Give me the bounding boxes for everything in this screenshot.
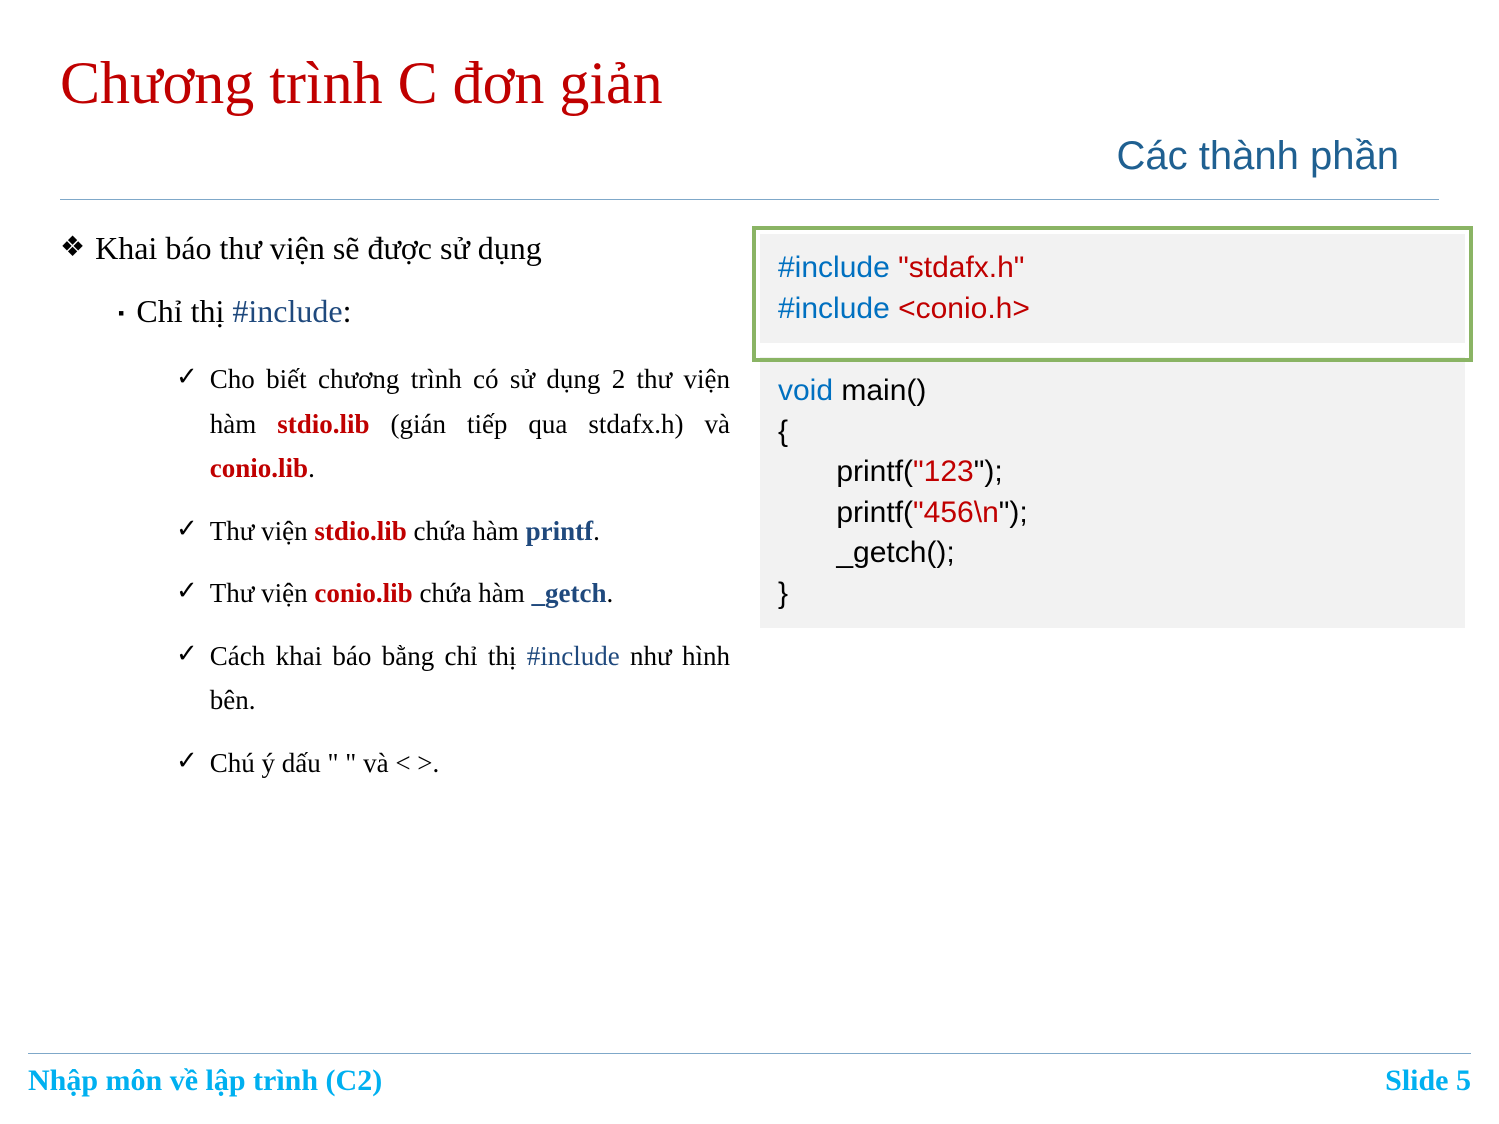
- code-l3b: main(): [833, 374, 926, 407]
- code-box-top: #include "stdafx.h" #include <conio.h>: [760, 234, 1465, 343]
- code-container: #include "stdafx.h" #include <conio.h> v…: [760, 234, 1465, 628]
- code-l8: }: [778, 577, 788, 610]
- c1p2: (gián tiếp qua stdafx.h) và: [370, 409, 730, 439]
- code-l1a: #include: [778, 251, 898, 284]
- c3k2: _getch: [532, 578, 607, 608]
- left-column: ❖ Khai báo thư viện sẽ được sử dụng ▪ Ch…: [60, 230, 730, 803]
- c4k1: #include: [527, 641, 620, 671]
- c3p3: .: [607, 578, 614, 608]
- check-item-1: ✓ Cho biết chương trình có sử dụng 2 thư…: [176, 357, 730, 491]
- check-text-5: Chú ý dấu " " và < >.: [210, 741, 730, 786]
- code-l5c: ");: [974, 455, 1003, 488]
- check-icon: ✓: [176, 357, 198, 396]
- code-l4: {: [778, 415, 788, 448]
- sub-suffix: :: [343, 293, 352, 329]
- check-icon: ✓: [176, 741, 198, 780]
- code-gap: [760, 343, 1465, 357]
- diamond-icon: ❖: [60, 230, 85, 266]
- right-column: #include "stdafx.h" #include <conio.h> v…: [760, 230, 1465, 803]
- check-item-3: ✓ Thư viện conio.lib chứa hàm _getch.: [176, 571, 730, 616]
- divider-bottom: [28, 1053, 1471, 1054]
- bullet-sub: ▪ Chỉ thị #include:: [118, 293, 730, 333]
- check-text-2: Thư viện stdio.lib chứa hàm printf.: [210, 509, 730, 554]
- c1k2: conio.lib: [210, 453, 308, 483]
- check-text-3: Thư viện conio.lib chứa hàm _getch.: [210, 571, 730, 616]
- code-l5a: printf(: [778, 455, 913, 488]
- footer-row: Nhập môn về lập trình (C2) Slide 5: [28, 1064, 1471, 1098]
- slide-title: Chương trình C đơn giản: [60, 50, 1439, 116]
- c2p3: .: [593, 516, 600, 546]
- code-l1b: "stdafx.h": [898, 251, 1024, 284]
- square-icon: ▪: [118, 293, 124, 333]
- c2p1: Thư viện: [210, 516, 315, 546]
- bullet-sub-text: Chỉ thị #include:: [136, 293, 351, 330]
- check-text-1: Cho biết chương trình có sử dụng 2 thư v…: [210, 357, 730, 491]
- check-item-2: ✓ Thư viện stdio.lib chứa hàm printf.: [176, 509, 730, 554]
- code-l6a: printf(: [778, 496, 913, 529]
- check-icon: ✓: [176, 634, 198, 673]
- check-item-4: ✓ Cách khai báo bằng chỉ thị #include nh…: [176, 634, 730, 723]
- c1p3: .: [308, 453, 315, 483]
- code-l7: _getch();: [778, 536, 955, 569]
- footer-left: Nhập môn về lập trình (C2): [28, 1064, 382, 1098]
- code-l6c: ");: [999, 496, 1028, 529]
- c1k1: stdio.lib: [277, 409, 369, 439]
- c3k1: conio.lib: [314, 578, 412, 608]
- sub-prefix: Chỉ thị: [136, 293, 232, 329]
- check-icon: ✓: [176, 571, 198, 610]
- c3p1: Thư viện: [210, 578, 315, 608]
- slide-subtitle: Các thành phần: [60, 134, 1439, 179]
- c4p1: Cách khai báo bằng chỉ thị: [210, 641, 527, 671]
- code-l6b: "456\n: [913, 496, 999, 529]
- bullet-main: ❖ Khai báo thư viện sẽ được sử dụng: [60, 230, 730, 267]
- bullet-main-text: Khai báo thư viện sẽ được sử dụng: [95, 230, 542, 267]
- code-l2a: #include: [778, 292, 898, 325]
- code-l2b: <conio.h>: [898, 292, 1030, 325]
- sub-keyword: #include: [232, 293, 342, 329]
- c3p2: chứa hàm: [413, 578, 532, 608]
- check-icon: ✓: [176, 509, 198, 548]
- check-text-4: Cách khai báo bằng chỉ thị #include như …: [210, 634, 730, 723]
- code-l3a: void: [778, 374, 833, 407]
- footer: Nhập môn về lập trình (C2) Slide 5: [0, 1053, 1499, 1098]
- c2p2: chứa hàm: [407, 516, 526, 546]
- c2k1: stdio.lib: [314, 516, 406, 546]
- code-l5b: "123: [913, 455, 974, 488]
- c2k2: printf: [526, 516, 594, 546]
- code-box-bottom: void main() { printf("123"); printf("456…: [760, 357, 1465, 628]
- divider-top: [60, 199, 1439, 200]
- check-item-5: ✓ Chú ý dấu " " và < >.: [176, 741, 730, 786]
- footer-right: Slide 5: [1385, 1064, 1471, 1098]
- content-area: ❖ Khai báo thư viện sẽ được sử dụng ▪ Ch…: [60, 230, 1439, 803]
